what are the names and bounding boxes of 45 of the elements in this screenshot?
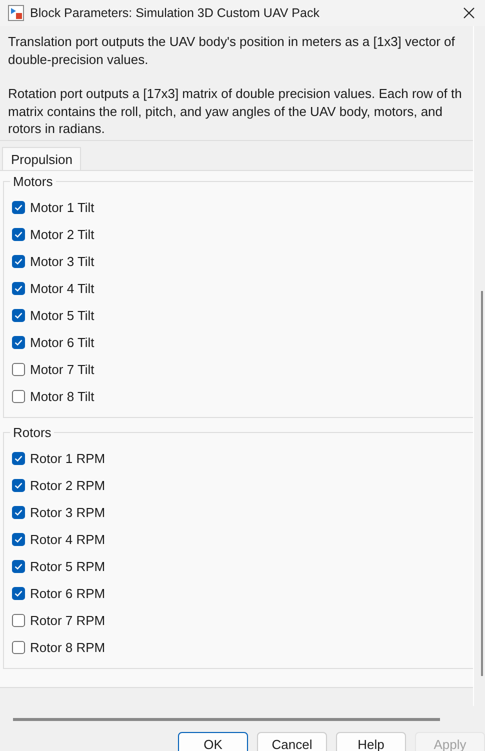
checkbox[interactable] [12, 255, 25, 268]
block-icon [8, 5, 24, 21]
checkbox-label[interactable]: Motor 6 Tilt [30, 335, 94, 350]
checkbox-label[interactable]: Rotor 3 RPM [30, 505, 106, 520]
checkbox[interactable] [12, 641, 25, 654]
close-icon[interactable] [463, 7, 475, 19]
checkbox-label[interactable]: Rotor 8 RPM [30, 640, 106, 655]
checkbox-label[interactable]: Motor 8 Tilt [30, 389, 94, 404]
checkbox-label[interactable]: Rotor 7 RPM [30, 613, 106, 628]
checkbox-label[interactable]: Motor 5 Tilt [30, 308, 94, 323]
tab[interactable]: Propulsion [2, 147, 82, 170]
group-title: Motors [10, 174, 56, 189]
dialog-button[interactable]: Cancel [257, 732, 327, 751]
checkbox[interactable] [12, 390, 25, 403]
checkbox-label[interactable]: Rotor 2 RPM [30, 478, 106, 493]
checkbox[interactable] [12, 201, 25, 214]
checkbox[interactable] [12, 533, 25, 546]
scrollbar-thumb[interactable] [13, 718, 440, 720]
checkbox[interactable] [12, 309, 25, 322]
checkbox-label[interactable]: Motor 1 Tilt [30, 200, 94, 215]
checkbox[interactable] [12, 479, 25, 492]
checkbox[interactable] [12, 560, 25, 573]
checkbox-label[interactable]: Motor 7 Tilt [30, 362, 94, 377]
checkbox-label[interactable]: Motor 2 Tilt [30, 227, 94, 242]
dialog-button[interactable]: Help [336, 732, 406, 751]
checkbox[interactable] [12, 336, 25, 349]
description-text: Translation port outputs the UAV body's position in meters as a [1x3] vector of double-precision values. [8, 33, 456, 68]
checkbox[interactable] [12, 614, 25, 627]
checkbox[interactable] [12, 587, 25, 600]
group-title: Rotors [10, 425, 54, 440]
checkbox[interactable] [12, 506, 25, 519]
checkbox-label[interactable]: Motor 4 Tilt [30, 281, 94, 296]
checkbox-label[interactable]: Rotor 1 RPM [30, 451, 106, 466]
scrollbar-thumb[interactable] [481, 291, 483, 676]
checkbox[interactable] [12, 282, 25, 295]
checkbox-label[interactable]: Rotor 6 RPM [30, 586, 106, 601]
dialog-button[interactable]: OK [178, 732, 248, 751]
checkbox-label[interactable]: Rotor 4 RPM [30, 532, 106, 547]
checkbox[interactable] [12, 363, 25, 376]
description-text: Rotation port outputs a [17x3] matrix of double precision values. Each row of th matrix contains the roll, pitch, and yaw angles of the UAV body, motors, and rotors in radians. [8, 85, 463, 138]
checkbox[interactable] [12, 452, 25, 465]
checkbox-label[interactable]: Rotor 5 RPM [30, 559, 106, 574]
checkbox[interactable] [12, 228, 25, 241]
window-title: Block Parameters: Simulation 3D Custom UAV Pack [30, 6, 320, 20]
checkbox-label[interactable]: Motor 3 Tilt [30, 254, 94, 269]
